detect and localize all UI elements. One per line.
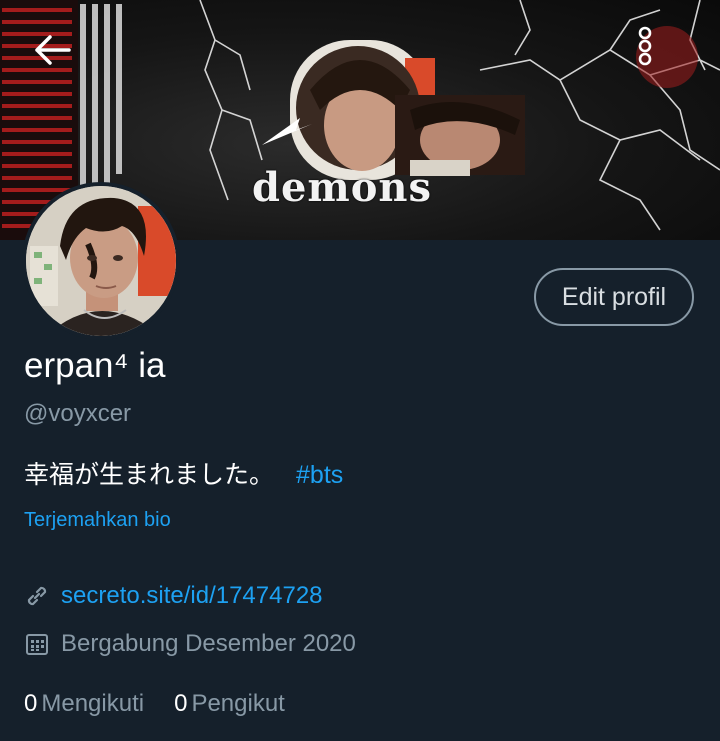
translate-bio-link[interactable]: Terjemahkan bio (24, 509, 171, 532)
website-row: secreto.site/id/17474728 (24, 582, 323, 610)
banner-title-text: demons (252, 164, 433, 211)
bio-hashtag-link[interactable]: #bts (296, 461, 343, 489)
followers-label: Pengikut (191, 690, 285, 717)
joined-date: Bergabung Desember 2020 (61, 630, 356, 657)
back-button[interactable] (32, 34, 82, 78)
profile-page: demons Edit profil erpan⁴ ia @voyxcer 幸福… (0, 0, 720, 741)
website-link[interactable]: secreto.site/id/17474728 (61, 582, 323, 610)
more-options-button[interactable] (636, 26, 698, 88)
calendar-icon (24, 631, 50, 657)
display-name: erpan⁴ ia (24, 346, 166, 385)
link-icon (24, 583, 50, 609)
follow-stats: 0 Mengikuti 0 Pengikut (24, 690, 315, 718)
following-count: 0 (24, 690, 38, 717)
bio: 幸福が生まれました。 #bts (24, 455, 343, 491)
edit-profile-button[interactable]: Edit profil (534, 268, 694, 326)
following-link[interactable]: 0 Mengikuti (24, 690, 144, 718)
bio-text: 幸福が生まれました。 (24, 461, 275, 489)
username-handle: @voyxcer (24, 400, 132, 427)
following-label: Mengikuti (41, 690, 145, 717)
joined-row: Bergabung Desember 2020 (24, 630, 356, 658)
avatar-image (26, 186, 176, 336)
profile-avatar[interactable] (22, 182, 180, 340)
followers-link[interactable]: 0 Pengikut (174, 690, 285, 718)
followers-count: 0 (174, 690, 188, 717)
